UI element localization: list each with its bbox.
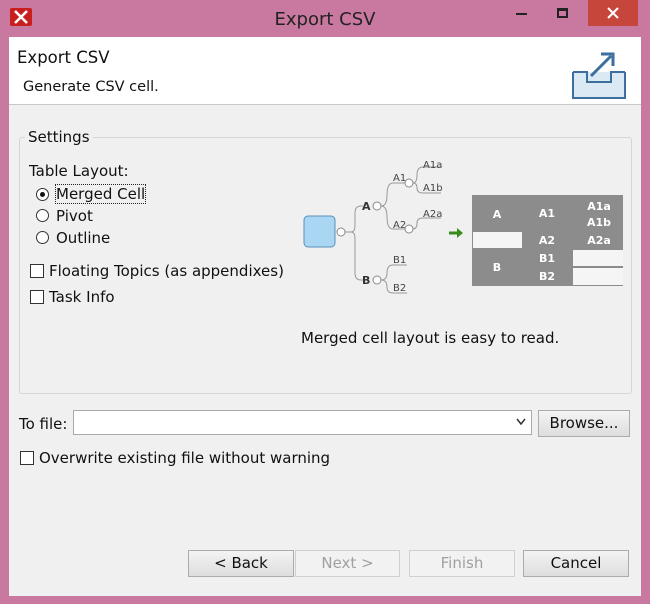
export-tray-icon <box>572 52 626 99</box>
tree-branch-b: B <box>362 274 370 287</box>
tree-a2: A2 <box>393 220 406 231</box>
collapse-icon <box>336 227 346 237</box>
tree-b2: B2 <box>393 283 406 294</box>
maximize-button[interactable] <box>546 0 580 26</box>
pivot-label[interactable]: Pivot <box>56 207 93 225</box>
task-info-checkbox[interactable] <box>30 290 44 304</box>
tree-a1: A1 <box>393 173 406 184</box>
outline-radio[interactable] <box>36 231 49 244</box>
to-file-label: To file: <box>19 415 68 433</box>
tree-b1: B1 <box>393 255 406 266</box>
file-path-combo[interactable] <box>73 410 532 435</box>
minimize-icon <box>516 13 527 15</box>
task-info-label[interactable]: Task Info <box>49 288 115 306</box>
floating-topics-checkbox[interactable] <box>30 264 44 278</box>
chevron-down-icon[interactable] <box>516 418 526 426</box>
back-button[interactable]: < Back <box>188 550 294 577</box>
next-button[interactable]: Next > <box>295 550 400 577</box>
settings-legend: Settings <box>25 128 93 146</box>
table-cell-a1a: A1a <box>587 200 611 213</box>
table-layout-label: Table Layout: <box>29 162 129 180</box>
banner-subtitle: Generate CSV cell. <box>23 79 159 95</box>
table-cell-b1: B1 <box>539 252 555 265</box>
table-cell-a1: A1 <box>539 207 555 220</box>
overwrite-label[interactable]: Overwrite existing file without warning <box>39 449 330 467</box>
outline-label[interactable]: Outline <box>56 229 110 247</box>
close-icon <box>607 7 619 19</box>
merged-cell-label[interactable]: Merged Cell <box>54 184 147 204</box>
dialog-client-area: Export CSV Generate CSV cell. Settings T… <box>9 37 641 596</box>
central-topic-shape <box>303 215 336 248</box>
minimize-button[interactable] <box>506 0 536 26</box>
close-button[interactable] <box>588 0 638 26</box>
merged-cell-preview: A A1 A1a A1b A2 A2a B B1 B2 A A1 A1a A1b… <box>303 160 623 294</box>
merged-cell-radio[interactable] <box>36 188 49 201</box>
export-csv-window: Export CSV Export CSV Generate CSV cell.… <box>0 0 650 604</box>
table-cell-b: B <box>493 261 501 274</box>
table-cell-a1b: A1b <box>587 216 611 229</box>
tree-a1b: A1b <box>423 183 443 194</box>
banner-title: Export CSV <box>17 48 110 67</box>
title-bar[interactable]: Export CSV <box>0 0 650 37</box>
browse-button[interactable]: Browse... <box>538 410 630 437</box>
tree-branch-a: A <box>362 200 371 213</box>
table-cell-b2: B2 <box>539 270 555 283</box>
layout-caption: Merged cell layout is easy to read. <box>301 329 560 347</box>
finish-button[interactable]: Finish <box>409 550 515 577</box>
tree-a1a: A1a <box>423 160 442 171</box>
cancel-button[interactable]: Cancel <box>523 550 629 577</box>
tree-a2a: A2a <box>423 209 442 220</box>
table-cell-a: A <box>493 208 502 221</box>
pivot-radio[interactable] <box>36 209 49 222</box>
floating-topics-label[interactable]: Floating Topics (as appendixes) <box>49 262 284 280</box>
maximize-icon <box>557 8 568 18</box>
table-cell-a2a: A2a <box>587 234 611 247</box>
wizard-banner: Export CSV Generate CSV cell. <box>9 37 641 105</box>
table-cell-a2: A2 <box>539 234 555 247</box>
overwrite-checkbox[interactable] <box>20 451 34 465</box>
